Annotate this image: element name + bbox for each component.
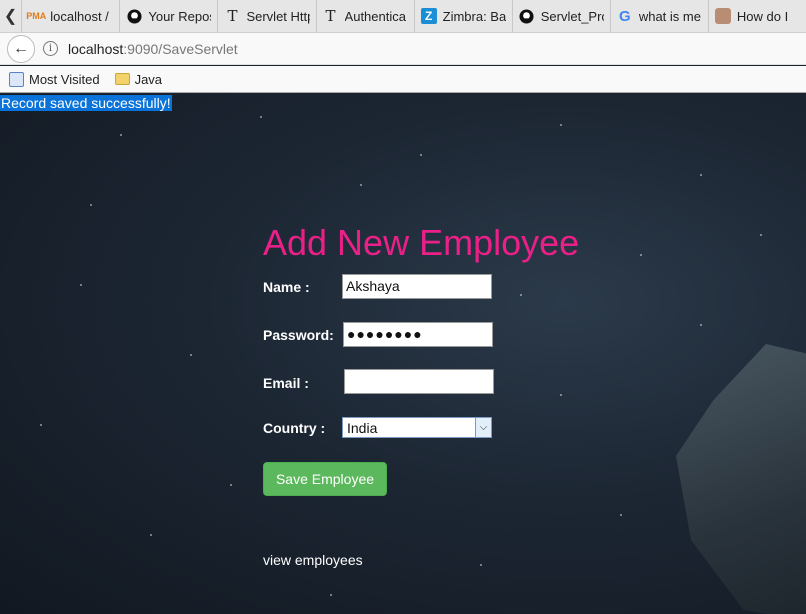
country-label: Country :: [263, 420, 326, 436]
address-bar[interactable]: localhost:9090/SaveServlet: [68, 41, 238, 57]
tab-label: Authentica: [344, 8, 406, 24]
password-label: Password:: [263, 327, 334, 343]
tab-label: How do I: [736, 8, 789, 24]
chevron-down-icon[interactable]: ⌵: [475, 418, 491, 437]
bookmark-java[interactable]: Java: [114, 71, 163, 87]
tab-scroll-left-icon[interactable]: ❮: [0, 0, 21, 32]
tab-localhost[interactable]: PMA localhost /: [21, 0, 119, 32]
bookmark-most-visited[interactable]: Most Visited: [9, 71, 100, 87]
tab-your-repos[interactable]: Your Repos: [119, 0, 217, 32]
text-icon: T: [325, 7, 336, 25]
tab-servlet-pro[interactable]: Servlet_Pro: [511, 0, 610, 32]
text-icon: T: [227, 7, 238, 25]
page-content: Record saved successfully! Add New Emplo…: [0, 94, 806, 614]
save-employee-button[interactable]: Save Employee: [263, 462, 387, 496]
bookmark-label: Java: [134, 71, 163, 87]
tab-label: localhost /: [50, 8, 109, 24]
folder-icon: [114, 73, 130, 85]
password-input[interactable]: ●●●●●●●●: [343, 322, 493, 347]
country-select[interactable]: India ⌵: [342, 417, 492, 438]
name-label: Name :: [263, 279, 310, 295]
view-employees-link[interactable]: view employees: [263, 552, 363, 568]
github-icon: [519, 8, 535, 24]
tab-label: Zimbra: Ba: [442, 8, 506, 24]
info-icon[interactable]: i: [43, 41, 58, 56]
bookmarks-bar: Most Visited Java: [0, 66, 806, 93]
tab-bar: ❮ PMA localhost / Your Repos T Servlet H…: [0, 0, 806, 33]
email-input[interactable]: [344, 369, 494, 394]
avatar-icon: [714, 8, 731, 24]
tab-how-do-i[interactable]: How do I: [707, 0, 806, 32]
country-select-value: India: [347, 419, 378, 436]
success-message: Record saved successfully!: [0, 95, 172, 111]
tab-what-is-me[interactable]: G what is me: [609, 0, 708, 32]
tab-label: Servlet_Pro: [540, 8, 604, 24]
zimbra-icon: Z: [420, 8, 437, 24]
bookmark-label: Most Visited: [29, 71, 100, 87]
name-input[interactable]: Akshaya: [342, 274, 492, 299]
email-label: Email :: [263, 375, 309, 391]
github-icon: [126, 8, 142, 24]
navigation-bar: ← i localhost:9090/SaveServlet: [0, 33, 806, 65]
url-path: :9090/SaveServlet: [123, 40, 238, 57]
phpmyadmin-icon: PMA: [26, 11, 47, 21]
tab-zimbra[interactable]: Z Zimbra: Ba: [413, 0, 512, 32]
most-visited-icon: [9, 71, 24, 87]
tab-label: what is me: [638, 8, 701, 24]
space-background: [0, 94, 806, 614]
tab-authentication[interactable]: T Authentica: [315, 0, 414, 32]
url-host: localhost: [68, 40, 124, 57]
tab-servlet-http[interactable]: T Servlet Http: [217, 0, 315, 32]
google-icon: G: [618, 7, 631, 25]
tab-label: Your Repos: [148, 8, 212, 24]
tab-label: Servlet Http: [246, 8, 310, 24]
page-title: Add New Employee: [263, 222, 580, 263]
back-button[interactable]: ←: [7, 34, 35, 63]
